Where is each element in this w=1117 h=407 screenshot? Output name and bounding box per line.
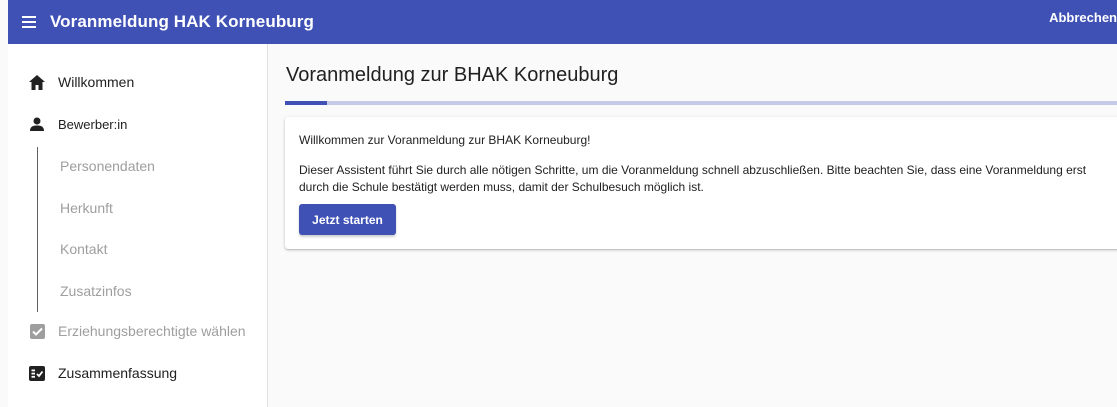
menu-icon[interactable]	[22, 14, 42, 30]
home-icon	[27, 72, 47, 92]
person-icon	[27, 114, 47, 134]
sidebar-subitem-personendaten[interactable]: Personendaten	[60, 158, 155, 174]
welcome-card: Willkommen zur Voranmeldung zur BHAK Kor…	[285, 117, 1117, 249]
sidebar-item-label: Zusammenfassung	[58, 365, 178, 381]
page-title: Voranmeldung zur BHAK Korneuburg	[286, 64, 619, 86]
sidebar-item-willkommen[interactable]: Willkommen	[8, 72, 134, 92]
app-title: Voranmeldung HAK Korneuburg	[50, 12, 314, 31]
sidebar-subitem-kontakt[interactable]: Kontakt	[60, 241, 107, 257]
sidebar-item-zusammenfassung[interactable]: Zusammenfassung	[8, 363, 177, 383]
start-button[interactable]: Jetzt starten	[299, 204, 396, 235]
checkbox-icon	[27, 321, 47, 341]
sidebar-item-label: Willkommen	[58, 74, 135, 90]
app-bar: Voranmeldung HAK Korneuburg Abbrechen	[8, 0, 1117, 44]
step-connector-line	[37, 147, 38, 312]
sidebar-subitem-herkunft[interactable]: Herkunft	[60, 200, 113, 216]
sidebar-item-erziehungsberechtigte[interactable]: Erziehungsberechtigte wählen	[8, 321, 246, 341]
card-text: Dieser Assistent führt Sie durch alle nö…	[299, 163, 1087, 194]
card-heading: Willkommen zur Voranmeldung zur BHAK Kor…	[299, 133, 591, 147]
sidebar-subitem-zusatzinfos[interactable]: Zusatzinfos	[60, 283, 132, 299]
progress-bar	[285, 101, 1117, 105]
progress-fill	[285, 101, 327, 105]
sidebar-item-label: Erziehungsberechtigte wählen	[58, 323, 246, 339]
cancel-button[interactable]: Abbrechen	[1049, 10, 1117, 25]
sidebar: Willkommen Bewerber:in Personendaten Her…	[8, 44, 268, 407]
checklist-icon	[27, 363, 47, 383]
sidebar-item-bewerber[interactable]: Bewerber:in	[8, 114, 127, 134]
sidebar-item-label: Bewerber:in	[58, 116, 128, 132]
